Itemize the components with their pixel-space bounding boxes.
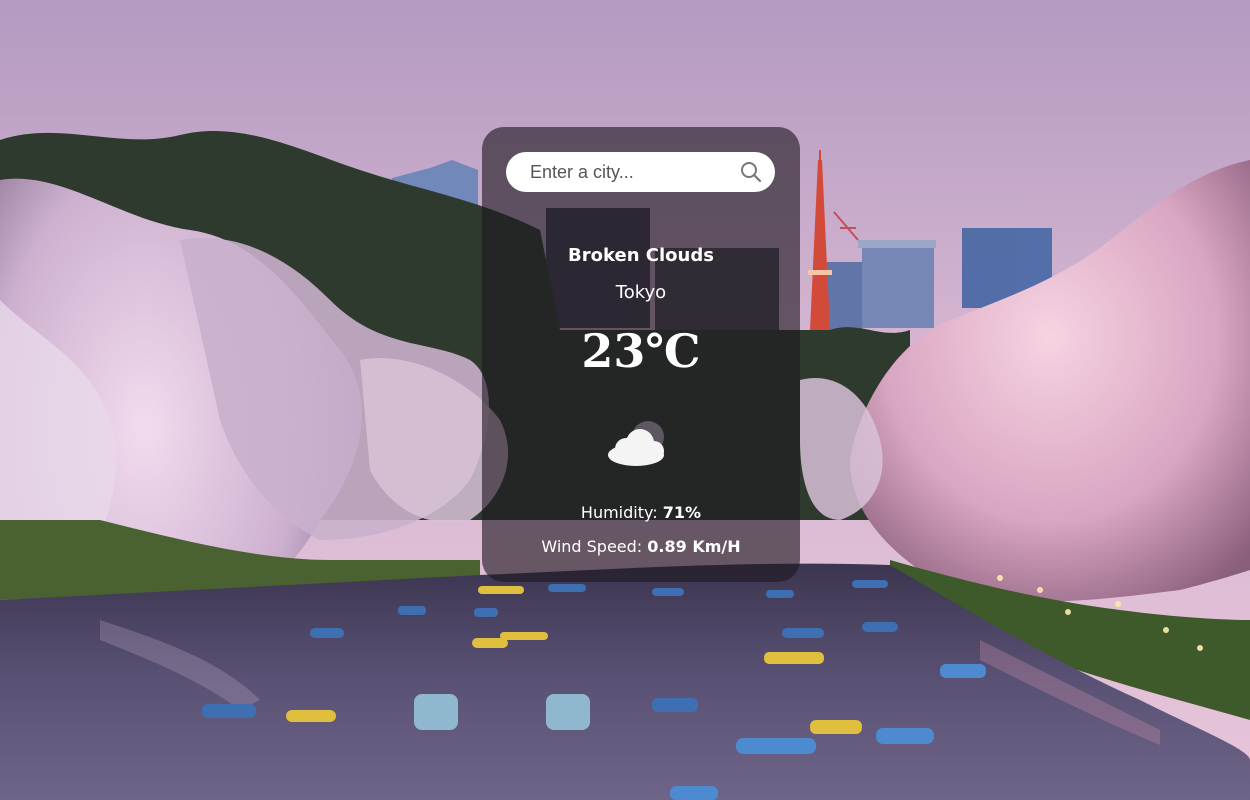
humidity-row: Humidity: 71% [482,503,800,522]
humidity-value: 71% [662,503,702,522]
temperature: 23℃ [581,324,701,378]
wind-speed-row: Wind Speed: 0.89 Km/H [482,537,800,556]
wind-speed-label: Wind Speed: [541,537,648,556]
humidity-label: Humidity: [580,503,663,522]
search-input[interactable] [506,152,726,192]
city-name: Tokyo [615,282,667,303]
wind-speed-value: 0.89 Km/H [647,537,741,556]
search-button[interactable] [739,160,763,184]
weather-card: Broken Clouds Tokyo 23℃ Humidity: 71% Wi… [482,127,800,582]
weather-condition: Broken Clouds [568,245,714,266]
search-bar [506,152,775,192]
search-icon [741,162,762,183]
cloud-icon [608,421,664,466]
